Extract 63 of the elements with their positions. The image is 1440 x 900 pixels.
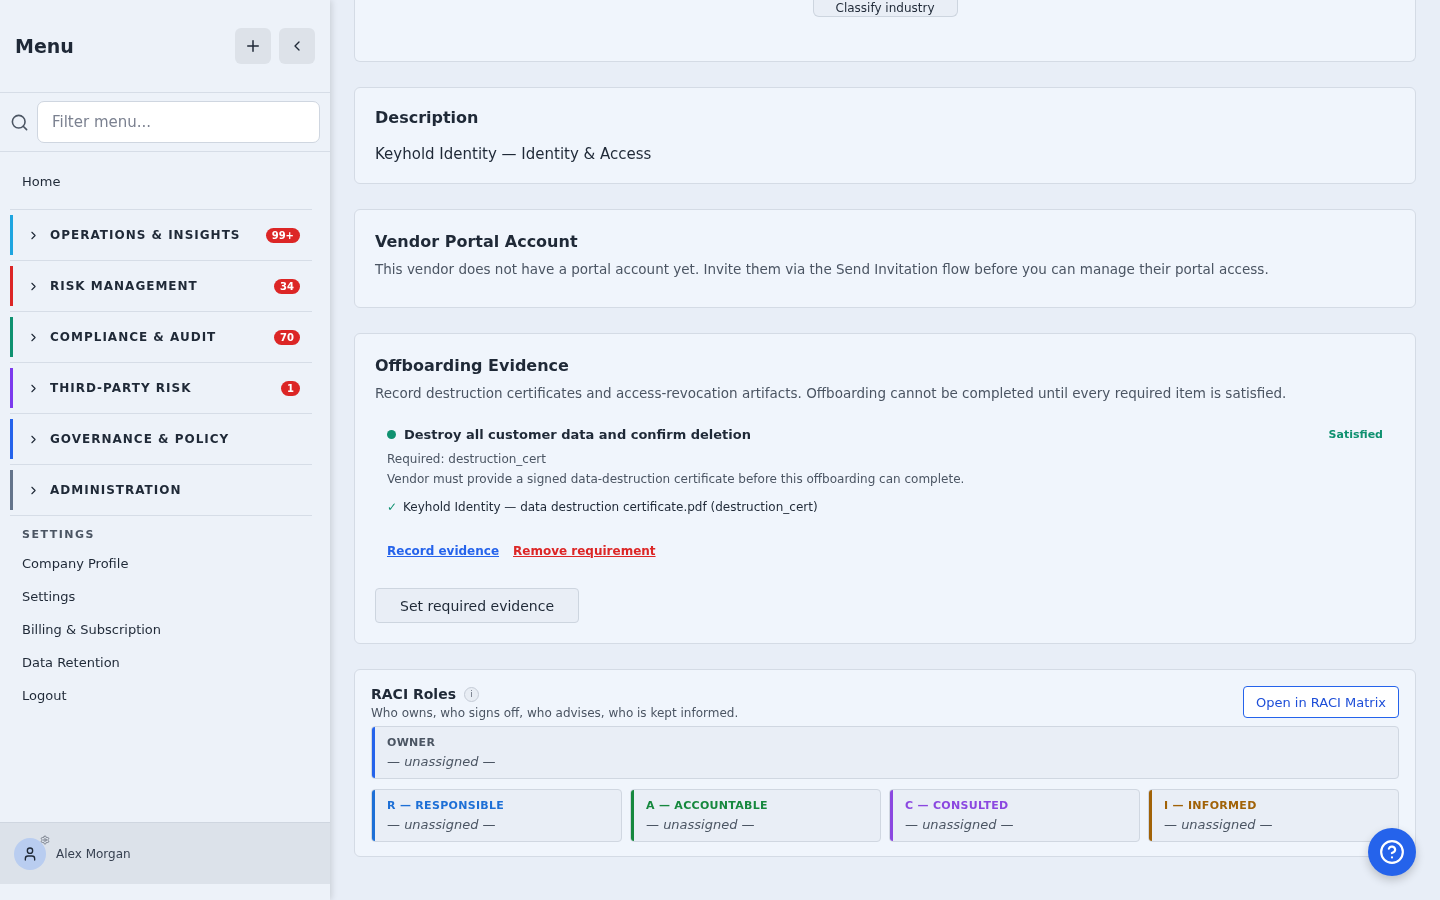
settings-link[interactable]: Logout [10,679,312,712]
card-title: Description [375,108,480,127]
home-link[interactable]: Home [10,162,312,201]
card-title: Offboarding Evidence [375,356,570,375]
role-label: OWNER [387,736,437,749]
nav-group-label: OPERATIONS & INSIGHTS [50,228,242,242]
record-link[interactable]: Record evidence [387,544,500,558]
help-icon [1379,839,1405,865]
remove-link[interactable]: Remove requirement [513,544,656,558]
open-matrix-button[interactable]: Open in RACI Matrix [1243,686,1399,718]
status-label: Satisfied [1328,428,1383,441]
nav-group-label: ADMINISTRATION [50,483,183,497]
filter-field[interactable]: Filter menu... [37,101,320,143]
count-badge: 34 [274,278,300,294]
card-title: Vendor Portal Account [375,232,579,251]
info-icon[interactable]: i [464,686,479,702]
search-icon [10,112,29,132]
gear-icon [40,834,50,845]
role-value: — unassigned — [1164,817,1273,832]
nav-group-label: GOVERNANCE & POLICY [50,432,231,446]
nav-group[interactable]: COMPLIANCE & AUDIT 70 [10,317,312,357]
role-label: A — ACCOUNTABLE [646,799,768,812]
nav-group-label: COMPLIANCE & AUDIT [50,330,218,344]
settings-link[interactable]: Settings [10,580,312,613]
role-label: R — RESPONSIBLE [387,799,505,812]
settings-link[interactable]: Company Profile [10,547,312,580]
nav-group[interactable]: OPERATIONS & INSIGHTS 99+ [10,215,312,255]
count-badge: 99+ [265,227,300,243]
role-value: — unassigned — [905,817,1014,832]
plus-icon [244,37,262,55]
role-label: C — CONSULTED [905,799,1010,812]
count-badge: 1 [281,380,300,396]
role-value: — unassigned — [646,817,756,832]
add-button[interactable] [235,28,271,64]
card-text: This vendor does not have a portal account yet. Invite them via the Send Invitation flow before you can manage their portal access. [375,261,1270,277]
nav-group[interactable]: ADMINISTRATION [10,470,312,510]
requirement-note: Vendor must provide a signed data-destruction certificate before this offboarding can complete. [387,472,966,486]
settings-link[interactable]: Billing & Subscription [10,613,312,646]
nav-group[interactable]: GOVERNANCE & POLICY [10,419,312,459]
user-name: Alex Morgan [56,846,131,861]
classify-button[interactable]: Classify industry [812,0,958,17]
requirement-title: Destroy all customer data and confirm deletion [404,427,752,442]
count-badge: 70 [274,329,300,345]
set-evidence-button[interactable]: Set required evidence [375,588,580,623]
card-title: RACI Roles [371,686,456,702]
role-label: I — INFORMED [1164,799,1258,812]
help-button[interactable] [1368,828,1416,876]
nav-group[interactable]: THIRD-PARTY RISK 1 [10,368,312,408]
user-icon [22,845,38,862]
menu-title: Menu [15,35,74,57]
evidence-file: Keyhold Identity — data destruction certificate.pdf (destruction_cert) [403,500,818,514]
nav-group-label: RISK MANAGEMENT [50,279,199,293]
card-subtitle: Who owns, who signs off, who advises, who is kept informed. [371,706,739,720]
role-value: — unassigned — [387,754,496,769]
role-value: — unassigned — [387,817,497,832]
card-text: Record destruction certificates and access-revocation artifacts. Offboarding cannot be completed until every required item is satisfied. [375,385,1288,401]
description-text: Keyhold Identity — Identity & Access [375,145,653,163]
section-heading: SETTINGS [21,527,96,543]
nav-group[interactable]: RISK MANAGEMENT 34 [10,266,312,306]
settings-link[interactable]: Data Retention [10,646,312,679]
check-mark: ✓ [387,500,398,514]
requirement-type: Required: destruction_cert [387,452,547,466]
nav-group-label: THIRD-PARTY RISK [50,381,193,395]
